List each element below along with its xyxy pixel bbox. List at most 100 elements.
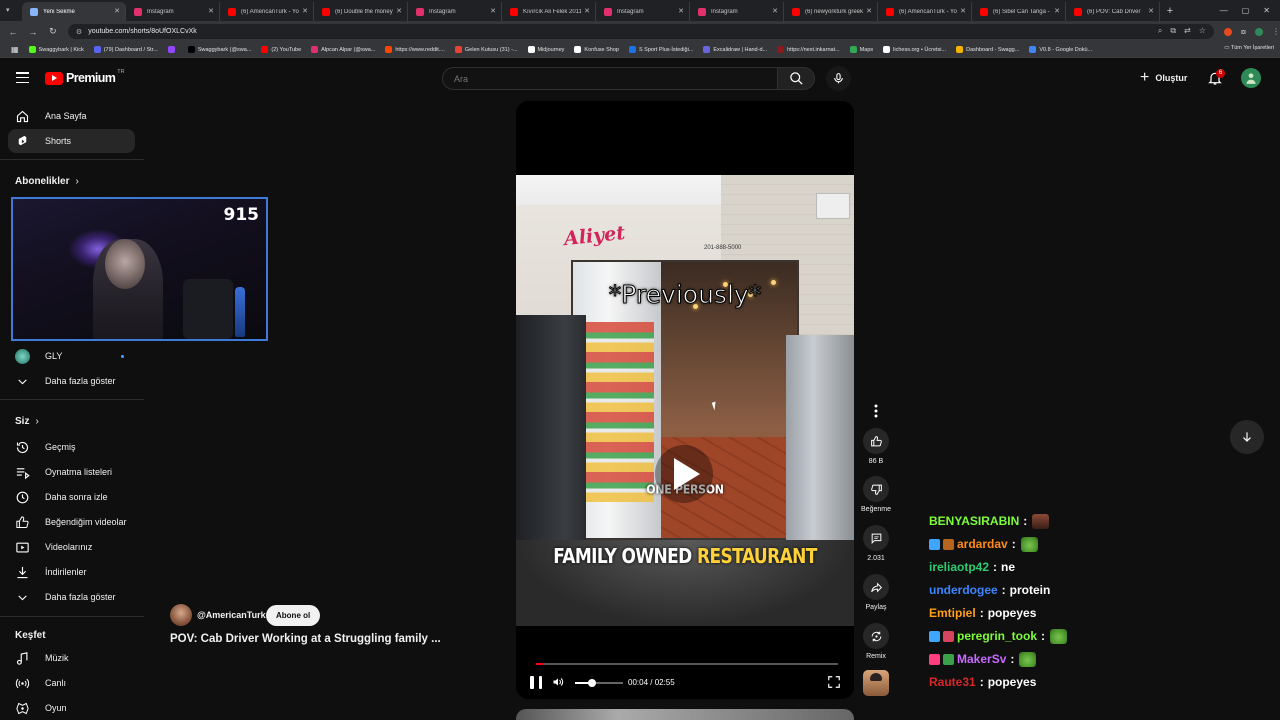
dislike-button[interactable]: Beğenme <box>860 476 892 513</box>
volume-slider-knob[interactable] <box>587 679 596 687</box>
browser-tab[interactable]: Kıvırcık Ali Felek 2011 ✕ <box>502 2 596 21</box>
browser-tab[interactable]: (6) Sibel Can Tanga - V ✕ <box>972 2 1066 21</box>
bookmark-item[interactable]: Excalidraw | Hand-d... <box>698 46 772 53</box>
play-icon[interactable] <box>655 445 713 503</box>
maximize-icon[interactable]: ▢ <box>1242 6 1250 15</box>
browser-tab[interactable]: (6) AmericanTurk - Yo ✕ <box>220 2 314 21</box>
subscribe-button[interactable]: Abone ol <box>266 605 321 626</box>
browser-tab[interactable]: (6) POV: Cab Driver ✕ <box>1066 2 1160 21</box>
sidebar-item-watch-later[interactable]: Daha sonra izle <box>8 485 135 509</box>
browser-tab[interactable]: Instagram ✕ <box>690 2 784 21</box>
apps-grid-icon[interactable]: ▦ <box>6 45 24 54</box>
sidebar-subscription-gly[interactable]: GLY <box>8 344 135 368</box>
voice-search-button[interactable] <box>826 66 851 91</box>
tab-close-icon[interactable]: ✕ <box>866 7 872 15</box>
close-window-icon[interactable]: ✕ <box>1263 6 1270 15</box>
comments-button[interactable]: 2.031 <box>860 525 892 562</box>
sound-source-button[interactable] <box>860 670 892 696</box>
video-progress-bar[interactable] <box>536 663 838 665</box>
bookmark-item[interactable] <box>163 46 183 53</box>
sidebar-item-liked-videos[interactable]: Beğendiğim videolar <box>8 510 135 534</box>
share-button[interactable]: Paylaş <box>860 574 892 611</box>
sidebar-show-more-subs[interactable]: Daha fazla göster <box>8 369 135 393</box>
bookmark-item[interactable]: Swaggybark | Kick <box>24 46 89 53</box>
bookmark-item[interactable]: Gelen Kutusu (31) -... <box>450 46 523 53</box>
menu-hamburger-icon[interactable] <box>16 72 29 83</box>
create-button[interactable]: + Oluştur <box>1134 68 1193 88</box>
zoom-icon[interactable]: ⌕ <box>1158 26 1162 36</box>
bookmark-star-icon[interactable]: ☆ <box>1199 26 1206 36</box>
bookmark-item[interactable]: (79) Dashboard / Str... <box>89 46 163 53</box>
tab-close-icon[interactable]: ✕ <box>396 7 402 15</box>
tab-close-icon[interactable]: ✕ <box>584 7 590 15</box>
back-icon[interactable]: ← <box>8 27 18 37</box>
sidebar-item-your-videos[interactable]: Videolarınız <box>8 535 135 559</box>
browser-tab[interactable]: Instagram ✕ <box>408 2 502 21</box>
next-short-button[interactable] <box>1230 420 1264 454</box>
shorts-player[interactable]: Aliyet 201-888-5000 *Previously* ONE PER… <box>516 101 854 699</box>
tab-close-icon[interactable]: ✕ <box>772 7 778 15</box>
profile-icon[interactable] <box>1255 27 1264 36</box>
more-options-button[interactable] <box>860 398 892 424</box>
subscriptions-heading[interactable]: Abonelikler › <box>15 176 79 187</box>
extension-icon[interactable] <box>1223 27 1232 36</box>
bookmark-item[interactable]: (2) YouTube <box>256 46 306 53</box>
tab-close-icon[interactable]: ✕ <box>208 7 214 15</box>
url-field[interactable]: ⚙ youtube.com/shorts/8oUfOXLCvXk ⌕ ⧉ ⇄ ☆ <box>67 24 1214 39</box>
bookmark-item[interactable]: lichess.org • Ücretsi... <box>878 46 951 53</box>
browser-tab[interactable]: (6) Double the money ✕ <box>314 2 408 21</box>
sidebar-item-music[interactable]: Müzik <box>8 646 135 670</box>
browser-tab[interactable]: (6) AmericanTurk - Yo ✕ <box>878 2 972 21</box>
bookmark-item[interactable]: https://www.reddit.... <box>380 46 450 53</box>
volume-slider[interactable] <box>575 679 623 687</box>
sidebar-item-downloads[interactable]: İndirilenler <box>8 560 135 584</box>
video-title[interactable]: POV: Cab Driver Working at a Struggling … <box>170 633 441 645</box>
install-icon[interactable]: ⧉ <box>1170 26 1176 36</box>
tab-close-icon[interactable]: ✕ <box>1054 7 1060 15</box>
bookmark-item[interactable]: V0.8 - Google Dokü... <box>1024 46 1097 53</box>
forward-icon[interactable]: → <box>28 27 38 37</box>
menu-kebab-icon[interactable]: ⋮ <box>1272 27 1280 36</box>
sidebar-item-gaming[interactable]: Oyun <box>8 696 135 720</box>
browser-tab[interactable]: Instagram ✕ <box>596 2 690 21</box>
sidebar-item-playlists[interactable]: Oynatma listeleri <box>8 460 135 484</box>
sidebar-show-more-you[interactable]: Daha fazla göster <box>8 585 135 609</box>
browser-tab[interactable]: Yeni Sekme ✕ <box>22 2 126 21</box>
bookmark-item[interactable]: Midjourney <box>523 46 570 53</box>
bookmark-item[interactable]: Alpcan Alpar (@swa... <box>306 46 380 53</box>
minimize-icon[interactable]: — <box>1220 6 1228 15</box>
you-heading[interactable]: Siz › <box>15 416 39 427</box>
sidebar-item-live[interactable]: Canlı <box>8 671 135 695</box>
bookmark-item[interactable]: Maps <box>845 46 878 53</box>
sidebar-item-home[interactable]: Ana Sayfa <box>8 104 135 128</box>
volume-icon[interactable] <box>552 676 564 688</box>
like-button[interactable]: 86 B <box>860 428 892 465</box>
tab-close-icon[interactable]: ✕ <box>114 7 120 15</box>
translate-icon[interactable]: ⇄ <box>1184 26 1191 36</box>
reload-icon[interactable]: ↻ <box>48 26 58 37</box>
browser-tab[interactable]: (6) newyorkturk greek ✕ <box>784 2 878 21</box>
bookmark-item[interactable]: Dashboard - Swagg... <box>951 46 1024 53</box>
bookmark-item[interactable]: Swaggybark (@swa... <box>183 46 257 53</box>
site-info-icon[interactable]: ⚙ <box>76 28 82 36</box>
channel-avatar[interactable] <box>170 604 192 626</box>
pause-icon[interactable] <box>530 676 542 689</box>
next-short-preview[interactable] <box>516 709 854 720</box>
tab-close-icon[interactable]: ✕ <box>1148 7 1154 15</box>
tab-close-icon[interactable]: ✕ <box>678 7 684 15</box>
all-bookmarks-folder[interactable]: ▭ Tüm Yer İşaretleri <box>1224 45 1274 51</box>
tab-close-icon[interactable]: ✕ <box>960 7 966 15</box>
youtube-premium-logo[interactable]: Premium TR <box>45 69 125 85</box>
bookmark-item[interactable]: Konfuse Shop <box>569 46 624 53</box>
account-avatar[interactable] <box>1241 68 1261 88</box>
tab-close-icon[interactable]: ✕ <box>490 7 496 15</box>
fullscreen-icon[interactable] <box>827 675 841 689</box>
extensions-puzzle-icon[interactable]: ⧇ <box>1241 27 1246 37</box>
bookmark-item[interactable]: S Sport Plus-İstediği... <box>624 46 698 53</box>
bookmark-item[interactable]: https://next.inkarnat... <box>772 46 845 53</box>
new-tab-button[interactable]: + <box>1160 2 1180 21</box>
search-input[interactable] <box>442 67 778 90</box>
search-button[interactable] <box>777 67 815 90</box>
sidebar-item-shorts[interactable]: Shorts <box>8 129 135 153</box>
remix-button[interactable]: Remix <box>860 623 892 660</box>
